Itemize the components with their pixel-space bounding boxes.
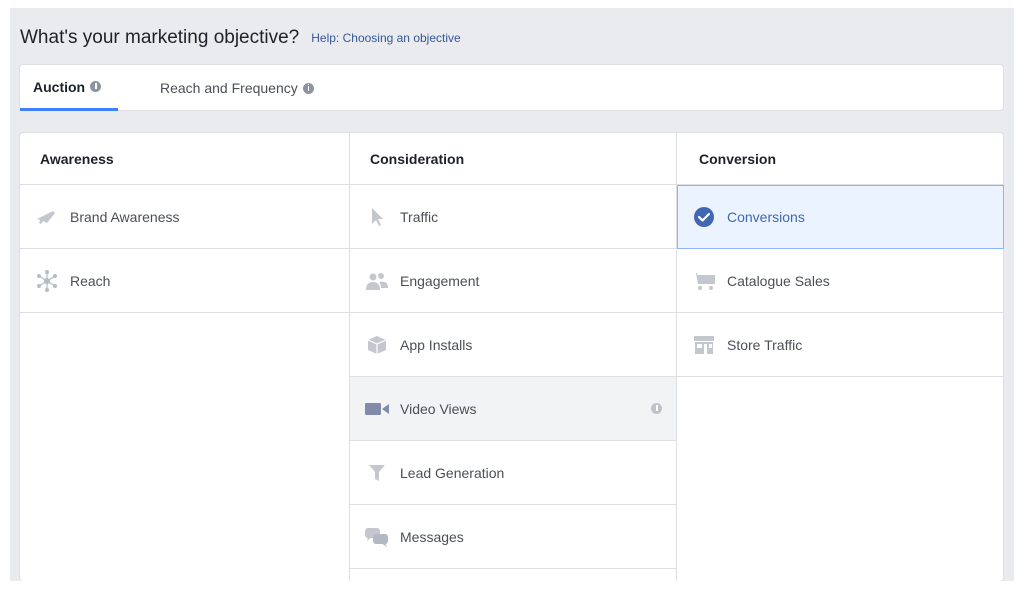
info-icon[interactable] xyxy=(302,82,314,94)
option-traffic[interactable]: Traffic xyxy=(350,185,676,249)
tab-auction[interactable]: Auction xyxy=(20,65,118,111)
option-reach[interactable]: Reach xyxy=(20,249,349,313)
option-app-installs[interactable]: App Installs xyxy=(350,313,676,377)
tab-auction-label: Auction xyxy=(33,78,86,95)
megaphone-icon xyxy=(34,204,60,230)
funnel-icon xyxy=(364,460,390,486)
check-circle-icon xyxy=(691,204,717,230)
option-conversions[interactable]: Conversions xyxy=(677,185,1004,249)
option-label: App Installs xyxy=(400,336,473,353)
buying-type-tabs: Auction Reach and Frequency xyxy=(19,64,1004,111)
shopping-cart-icon xyxy=(691,268,717,294)
tab-reach-and-frequency[interactable]: Reach and Frequency xyxy=(160,65,314,111)
help-link[interactable]: Help: Choosing an objective xyxy=(311,31,460,45)
option-label: Store Traffic xyxy=(727,336,803,353)
network-icon xyxy=(34,268,60,294)
video-camera-icon xyxy=(364,396,390,422)
option-messages[interactable]: Messages xyxy=(350,505,676,569)
column-consideration: Consideration Traffic Engagement App Ins… xyxy=(349,133,677,581)
option-lead-generation[interactable]: Lead Generation xyxy=(350,441,676,505)
option-label: Catalogue Sales xyxy=(727,272,830,289)
option-label: Engagement xyxy=(400,272,480,289)
objective-grid: Awareness Brand Awareness Reach Consider… xyxy=(19,132,1004,581)
page-title: What's your marketing objective? xyxy=(20,27,300,48)
column-heading: Awareness xyxy=(20,133,349,185)
option-label: Conversions xyxy=(727,208,805,225)
option-video-views[interactable]: Video Views xyxy=(350,377,676,441)
info-icon[interactable] xyxy=(90,81,102,92)
option-label: Brand Awareness xyxy=(70,208,180,225)
option-label: Lead Generation xyxy=(400,464,505,481)
cursor-icon xyxy=(364,204,390,230)
box-icon xyxy=(364,332,390,358)
column-conversion: Conversion Conversions Catalogue Sales S… xyxy=(677,133,1004,581)
option-label: Traffic xyxy=(400,208,439,225)
tab-reach-label: Reach and Frequency xyxy=(160,80,298,96)
option-label: Messages xyxy=(400,528,464,545)
option-label: Reach xyxy=(70,272,111,289)
option-label: Video Views xyxy=(400,400,477,417)
option-store-traffic[interactable]: Store Traffic xyxy=(677,313,1004,377)
chat-bubbles-icon xyxy=(364,524,390,550)
people-icon xyxy=(364,268,390,294)
store-icon xyxy=(691,332,717,358)
column-heading: Conversion xyxy=(677,133,1004,185)
header: What's your marketing objective? Help: C… xyxy=(20,18,461,58)
option-engagement[interactable]: Engagement xyxy=(350,249,676,313)
objective-panel: What's your marketing objective? Help: C… xyxy=(10,8,1014,581)
option-catalogue-sales[interactable]: Catalogue Sales xyxy=(677,249,1004,313)
column-heading: Consideration xyxy=(350,133,676,185)
info-icon[interactable] xyxy=(651,403,662,414)
option-brand-awareness[interactable]: Brand Awareness xyxy=(20,185,349,249)
column-awareness: Awareness Brand Awareness Reach xyxy=(20,133,349,581)
